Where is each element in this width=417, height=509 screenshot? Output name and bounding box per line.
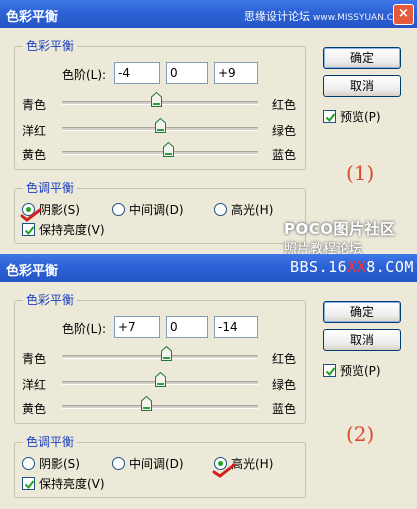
preview-checkbox[interactable]: 预览(P) [323, 362, 381, 379]
slider-thumb[interactable] [163, 142, 175, 157]
group-title: 色彩平衡 [23, 293, 78, 307]
dialog-title: 色彩平衡 [6, 264, 59, 279]
radio-label: 中间调(D) [129, 457, 184, 471]
group-title: 色彩平衡 [23, 39, 78, 53]
watermark-part: BBS.16 [290, 258, 348, 276]
checkbox-box[interactable] [22, 223, 35, 236]
radio-label: 阴影(S) [39, 203, 80, 217]
preview-checkbox[interactable]: 预览(P) [323, 108, 381, 125]
checkbox-box[interactable] [323, 364, 336, 377]
levels-input-1[interactable]: +7 [114, 316, 160, 338]
checkbox-box[interactable] [323, 110, 336, 123]
slider-thumb[interactable] [161, 346, 173, 361]
watermark-part: 8.COM [366, 258, 414, 276]
levels-label: 色阶(L): [62, 68, 107, 82]
slider-left-label: 洋红 [22, 124, 47, 138]
group-title: 色调平衡 [23, 181, 78, 195]
levels-input-3[interactable]: -14 [214, 316, 258, 338]
levels-input-2[interactable]: 0 [166, 62, 208, 84]
slider-thumb[interactable] [150, 92, 162, 107]
red-checkmark-icon [212, 463, 236, 478]
step-marker: (2) [346, 422, 375, 446]
slider-left-label: 洋红 [22, 378, 47, 392]
slider-right-label: 绿色 [272, 378, 297, 392]
radio-midtones[interactable]: 中间调(D) [112, 201, 184, 218]
group-title: 色调平衡 [23, 435, 78, 449]
color-balance-dialog-2: 色彩平衡 BBS.16XX8.COM 色彩平衡 色阶(L): +7 0 -14 … [0, 254, 417, 509]
check-icon [325, 113, 336, 123]
slider-right-label: 蓝色 [272, 402, 297, 416]
slider-thumb[interactable] [154, 118, 166, 133]
checkbox-box[interactable] [22, 477, 35, 490]
poco-watermark: POCO图片社区 [284, 220, 396, 238]
dialog-title: 色彩平衡 [6, 10, 59, 25]
ok-button[interactable]: 确定 [323, 47, 401, 69]
checkbox-label: 保持亮度(V) [39, 223, 105, 237]
radio-dot[interactable] [214, 203, 227, 216]
slider-thumb[interactable] [154, 372, 166, 387]
watermark-text: BBS.16XX8.COM [290, 258, 414, 276]
preserve-luminosity-checkbox[interactable]: 保持亮度(V) [22, 221, 105, 238]
preserve-luminosity-checkbox[interactable]: 保持亮度(V) [22, 475, 105, 492]
checkbox-label: 预览(P) [340, 364, 381, 378]
levels-input-3[interactable]: +9 [214, 62, 258, 84]
yellow-blue-slider[interactable] [62, 151, 258, 155]
checkbox-label: 保持亮度(V) [39, 477, 105, 491]
radio-label: 阴影(S) [39, 457, 80, 471]
watermark-name: 思缘设计论坛 [244, 10, 310, 23]
radio-label: 中间调(D) [129, 203, 184, 217]
slider-right-label: 绿色 [272, 124, 297, 138]
red-checkmark-icon [20, 208, 42, 222]
slider-left-label: 黄色 [22, 148, 47, 162]
radio-dot[interactable] [112, 457, 125, 470]
radio-shadows[interactable]: 阴影(S) [22, 455, 80, 472]
radio-dot[interactable] [112, 203, 125, 216]
close-icon[interactable]: × [393, 4, 414, 25]
radio-label: 高光(H) [231, 203, 274, 217]
slider-thumb[interactable] [140, 396, 152, 411]
cancel-button[interactable]: 取消 [323, 329, 401, 351]
slider-right-label: 红色 [272, 98, 297, 112]
slider-left-label: 黄色 [22, 402, 47, 416]
title-bar: 色彩平衡 BBS.16XX8.COM [0, 254, 417, 282]
cyan-red-slider[interactable] [62, 355, 258, 359]
step-marker: (1) [346, 161, 375, 185]
check-icon [24, 226, 35, 236]
slider-left-label: 青色 [22, 352, 47, 366]
radio-label: 高光(H) [231, 457, 274, 471]
levels-label: 色阶(L): [62, 322, 107, 336]
check-icon [325, 367, 336, 377]
watermark-part-red: XX [347, 258, 367, 276]
poco-watermark-sub: 照片教程论坛 [284, 242, 363, 254]
slider-left-label: 青色 [22, 98, 47, 112]
color-balance-dialog-1: 色彩平衡 思缘设计论坛 www.MISSYUAN.COM × 色彩平衡 色阶(L)… [0, 0, 417, 254]
slider-right-label: 红色 [272, 352, 297, 366]
watermark-text: 思缘设计论坛 www.MISSYUAN.COM [244, 8, 408, 24]
radio-dot[interactable] [22, 457, 35, 470]
levels-input-1[interactable]: -4 [114, 62, 160, 84]
radio-highlights[interactable]: 高光(H) [214, 201, 273, 218]
levels-input-2[interactable]: 0 [166, 316, 208, 338]
yellow-blue-slider[interactable] [62, 405, 258, 409]
radio-midtones[interactable]: 中间调(D) [112, 455, 184, 472]
checkbox-label: 预览(P) [340, 110, 381, 124]
cancel-button[interactable]: 取消 [323, 75, 401, 97]
title-bar: 色彩平衡 思缘设计论坛 www.MISSYUAN.COM × [0, 0, 417, 28]
slider-right-label: 蓝色 [272, 148, 297, 162]
check-icon [24, 480, 35, 490]
ok-button[interactable]: 确定 [323, 301, 401, 323]
